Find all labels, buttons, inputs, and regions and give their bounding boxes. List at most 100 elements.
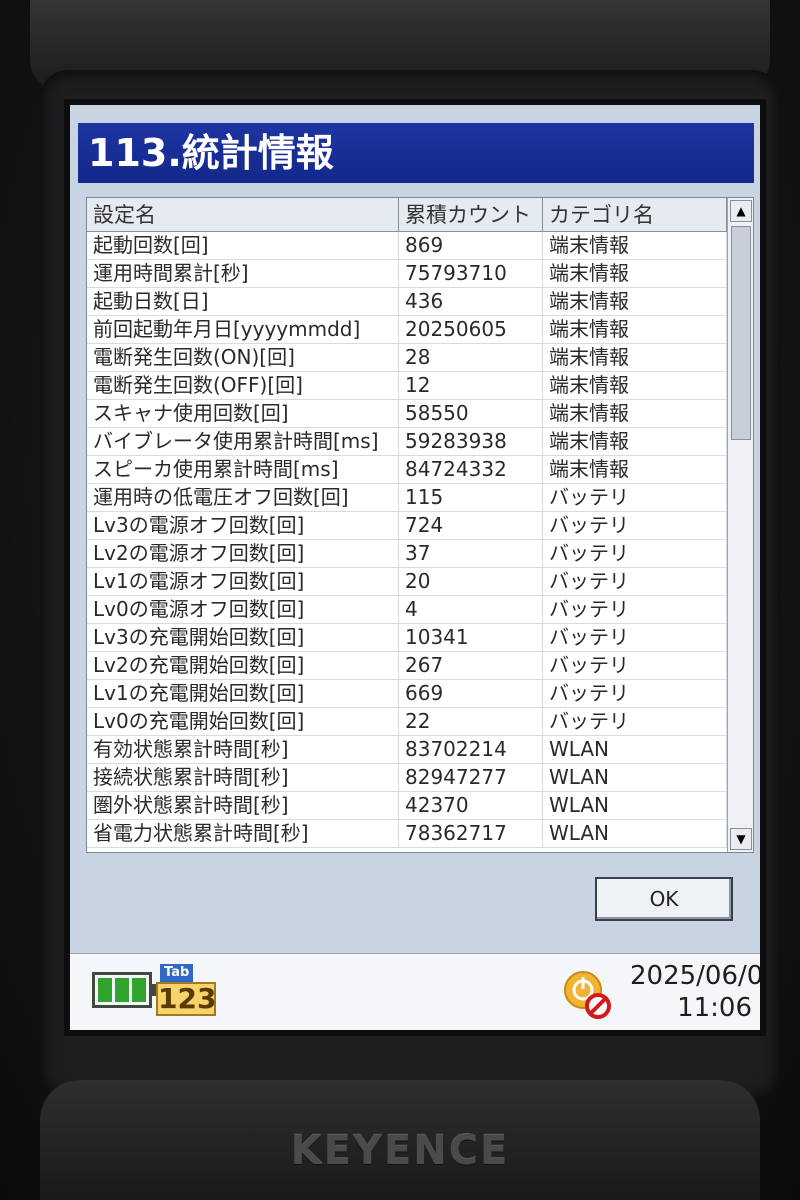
list-header: 設定名 累積カウント カテゴリ名 xyxy=(87,198,727,232)
cell-setting-name: 起動回数[回] xyxy=(87,232,399,259)
cell-setting-name: 省電力状態累計時間[秒] xyxy=(87,820,399,847)
scroll-up-icon[interactable]: ▲ xyxy=(730,200,752,222)
cell-category: 端末情報 xyxy=(543,428,727,455)
brand-logo: KEYENCE xyxy=(290,1128,510,1174)
table-row[interactable]: Lv1の充電開始回数[回] 669 バッテリ xyxy=(87,680,727,708)
cell-cumulative-count: 115 xyxy=(399,484,543,511)
table-row[interactable]: バイブレータ使用累計時間[ms] 59283938 端末情報 xyxy=(87,428,727,456)
table-row[interactable]: Lv0の電源オフ回数[回] 4 バッテリ xyxy=(87,596,727,624)
scrollbar-thumb[interactable] xyxy=(731,226,751,440)
cell-setting-name: 起動日数[日] xyxy=(87,288,399,315)
table-row[interactable]: 有効状態累計時間[秒] 83702214 WLAN xyxy=(87,736,727,764)
table-row[interactable]: 電断発生回数(OFF)[回] 12 端末情報 xyxy=(87,372,727,400)
table-row[interactable]: Lv3の充電開始回数[回] 10341 バッテリ xyxy=(87,624,727,652)
cell-category: 端末情報 xyxy=(543,260,727,287)
cell-cumulative-count: 82947277 xyxy=(399,764,543,791)
cell-cumulative-count: 42370 xyxy=(399,792,543,819)
cell-category: 端末情報 xyxy=(543,232,727,259)
cell-cumulative-count: 869 xyxy=(399,232,543,259)
battery-cell xyxy=(132,978,146,1002)
column-header-cumulative-count[interactable]: 累積カウント xyxy=(399,198,543,232)
cell-cumulative-count: 58550 xyxy=(399,400,543,427)
table-row[interactable]: 起動回数[回] 869 端末情報 xyxy=(87,232,727,260)
table-row[interactable]: Lv2の充電開始回数[回] 267 バッテリ xyxy=(87,652,727,680)
table-row[interactable]: スピーカ使用累計時間[ms] 84724332 端末情報 xyxy=(87,456,727,484)
status-time: 11:06 xyxy=(677,993,752,1023)
cell-category: WLAN xyxy=(543,820,727,847)
cell-setting-name: 圏外状態累計時間[秒] xyxy=(87,792,399,819)
table-row[interactable]: 接続状態累計時間[秒] 82947277 WLAN xyxy=(87,764,727,792)
device-screen: 113.統計情報 設定名 累積カウント カテゴリ名 起動回数[回] 869 端末情報… xyxy=(70,105,760,1030)
power-disabled-icon xyxy=(564,971,611,1019)
battery-cell xyxy=(115,978,129,1002)
statistics-list-view[interactable]: 設定名 累積カウント カテゴリ名 起動回数[回] 869 端末情報 運用時間累計[秒]… xyxy=(86,197,754,853)
cell-setting-name: Lv0の電源オフ回数[回] xyxy=(87,596,399,623)
cell-cumulative-count: 28 xyxy=(399,344,543,371)
cell-setting-name: バイブレータ使用累計時間[ms] xyxy=(87,428,399,455)
cell-cumulative-count: 78362717 xyxy=(399,820,543,847)
cell-cumulative-count: 20 xyxy=(399,568,543,595)
vertical-scrollbar[interactable]: ▲ ▼ xyxy=(727,198,753,852)
table-row[interactable]: 運用時の低電圧オフ回数[回] 115 バッテリ xyxy=(87,484,727,512)
handheld-device: KEYENCE 113.統計情報 設定名 累積カウント カテゴリ名 起動回数[回… xyxy=(0,0,800,1200)
cell-cumulative-count: 436 xyxy=(399,288,543,315)
cell-setting-name: Lv1の電源オフ回数[回] xyxy=(87,568,399,595)
cell-category: 端末情報 xyxy=(543,344,727,371)
cell-cumulative-count: 37 xyxy=(399,540,543,567)
cell-cumulative-count: 75793710 xyxy=(399,260,543,287)
table-row[interactable]: 起動日数[日] 436 端末情報 xyxy=(87,288,727,316)
input-mode-indicator[interactable]: Tab 123 xyxy=(156,964,216,1018)
cell-setting-name: 有効状態累計時間[秒] xyxy=(87,736,399,763)
cell-cumulative-count: 12 xyxy=(399,372,543,399)
input-mode-tab-label: Tab xyxy=(160,964,194,982)
cell-cumulative-count: 267 xyxy=(399,652,543,679)
table-row[interactable]: 運用時間累計[秒] 75793710 端末情報 xyxy=(87,260,727,288)
cell-setting-name: Lv3の充電開始回数[回] xyxy=(87,624,399,651)
cell-cumulative-count: 59283938 xyxy=(399,428,543,455)
table-row[interactable]: 前回起動年月日[yyyymmdd] 20250605 端末情報 xyxy=(87,316,727,344)
cell-category: 端末情報 xyxy=(543,456,727,483)
cell-category: バッテリ xyxy=(543,484,727,511)
cell-setting-name: 運用時の低電圧オフ回数[回] xyxy=(87,484,399,511)
table-row[interactable]: Lv2の電源オフ回数[回] 37 バッテリ xyxy=(87,540,727,568)
ok-button[interactable]: OK xyxy=(595,877,733,921)
battery-cell xyxy=(98,978,112,1002)
scroll-down-icon[interactable]: ▼ xyxy=(730,828,752,850)
cell-cumulative-count: 4 xyxy=(399,596,543,623)
cell-setting-name: Lv3の電源オフ回数[回] xyxy=(87,512,399,539)
clock: 2025/06/05 11:06 xyxy=(630,960,760,1024)
table-row[interactable]: スキャナ使用回数[回] 58550 端末情報 xyxy=(87,400,727,428)
cell-cumulative-count: 669 xyxy=(399,680,543,707)
cell-category: WLAN xyxy=(543,736,727,763)
cell-category: 端末情報 xyxy=(543,288,727,315)
table-row[interactable]: Lv1の電源オフ回数[回] 20 バッテリ xyxy=(87,568,727,596)
cell-setting-name: スキャナ使用回数[回] xyxy=(87,400,399,427)
table-row[interactable]: 電断発生回数(ON)[回] 28 端末情報 xyxy=(87,344,727,372)
cell-category: WLAN xyxy=(543,792,727,819)
cell-category: バッテリ xyxy=(543,596,727,623)
column-header-setting-name[interactable]: 設定名 xyxy=(87,198,399,232)
cell-setting-name: 電断発生回数(ON)[回] xyxy=(87,344,399,371)
list-rows: 起動回数[回] 869 端末情報 運用時間累計[秒] 75793710 端末情報 起動日数[… xyxy=(87,232,727,848)
table-row[interactable]: Lv3の電源オフ回数[回] 724 バッテリ xyxy=(87,512,727,540)
table-row[interactable]: 省電力状態累計時間[秒] 78362717 WLAN xyxy=(87,820,727,848)
cell-cumulative-count: 83702214 xyxy=(399,736,543,763)
cell-category: バッテリ xyxy=(543,708,727,735)
cell-setting-name: スピーカ使用累計時間[ms] xyxy=(87,456,399,483)
cell-setting-name: Lv1の充電開始回数[回] xyxy=(87,680,399,707)
cell-cumulative-count: 84724332 xyxy=(399,456,543,483)
table-row[interactable]: Lv0の充電開始回数[回] 22 バッテリ xyxy=(87,708,727,736)
table-row[interactable]: 圏外状態累計時間[秒] 42370 WLAN xyxy=(87,792,727,820)
cell-setting-name: 運用時間累計[秒] xyxy=(87,260,399,287)
status-date: 2025/06/05 xyxy=(630,961,760,991)
cell-category: 端末情報 xyxy=(543,400,727,427)
cell-category: バッテリ xyxy=(543,652,727,679)
cell-category: バッテリ xyxy=(543,624,727,651)
cell-cumulative-count: 10341 xyxy=(399,624,543,651)
cell-cumulative-count: 724 xyxy=(399,512,543,539)
column-header-category[interactable]: カテゴリ名 xyxy=(543,198,727,232)
cell-category: バッテリ xyxy=(543,512,727,539)
cell-cumulative-count: 20250605 xyxy=(399,316,543,343)
cell-category: バッテリ xyxy=(543,540,727,567)
battery-full-icon xyxy=(92,972,158,1008)
